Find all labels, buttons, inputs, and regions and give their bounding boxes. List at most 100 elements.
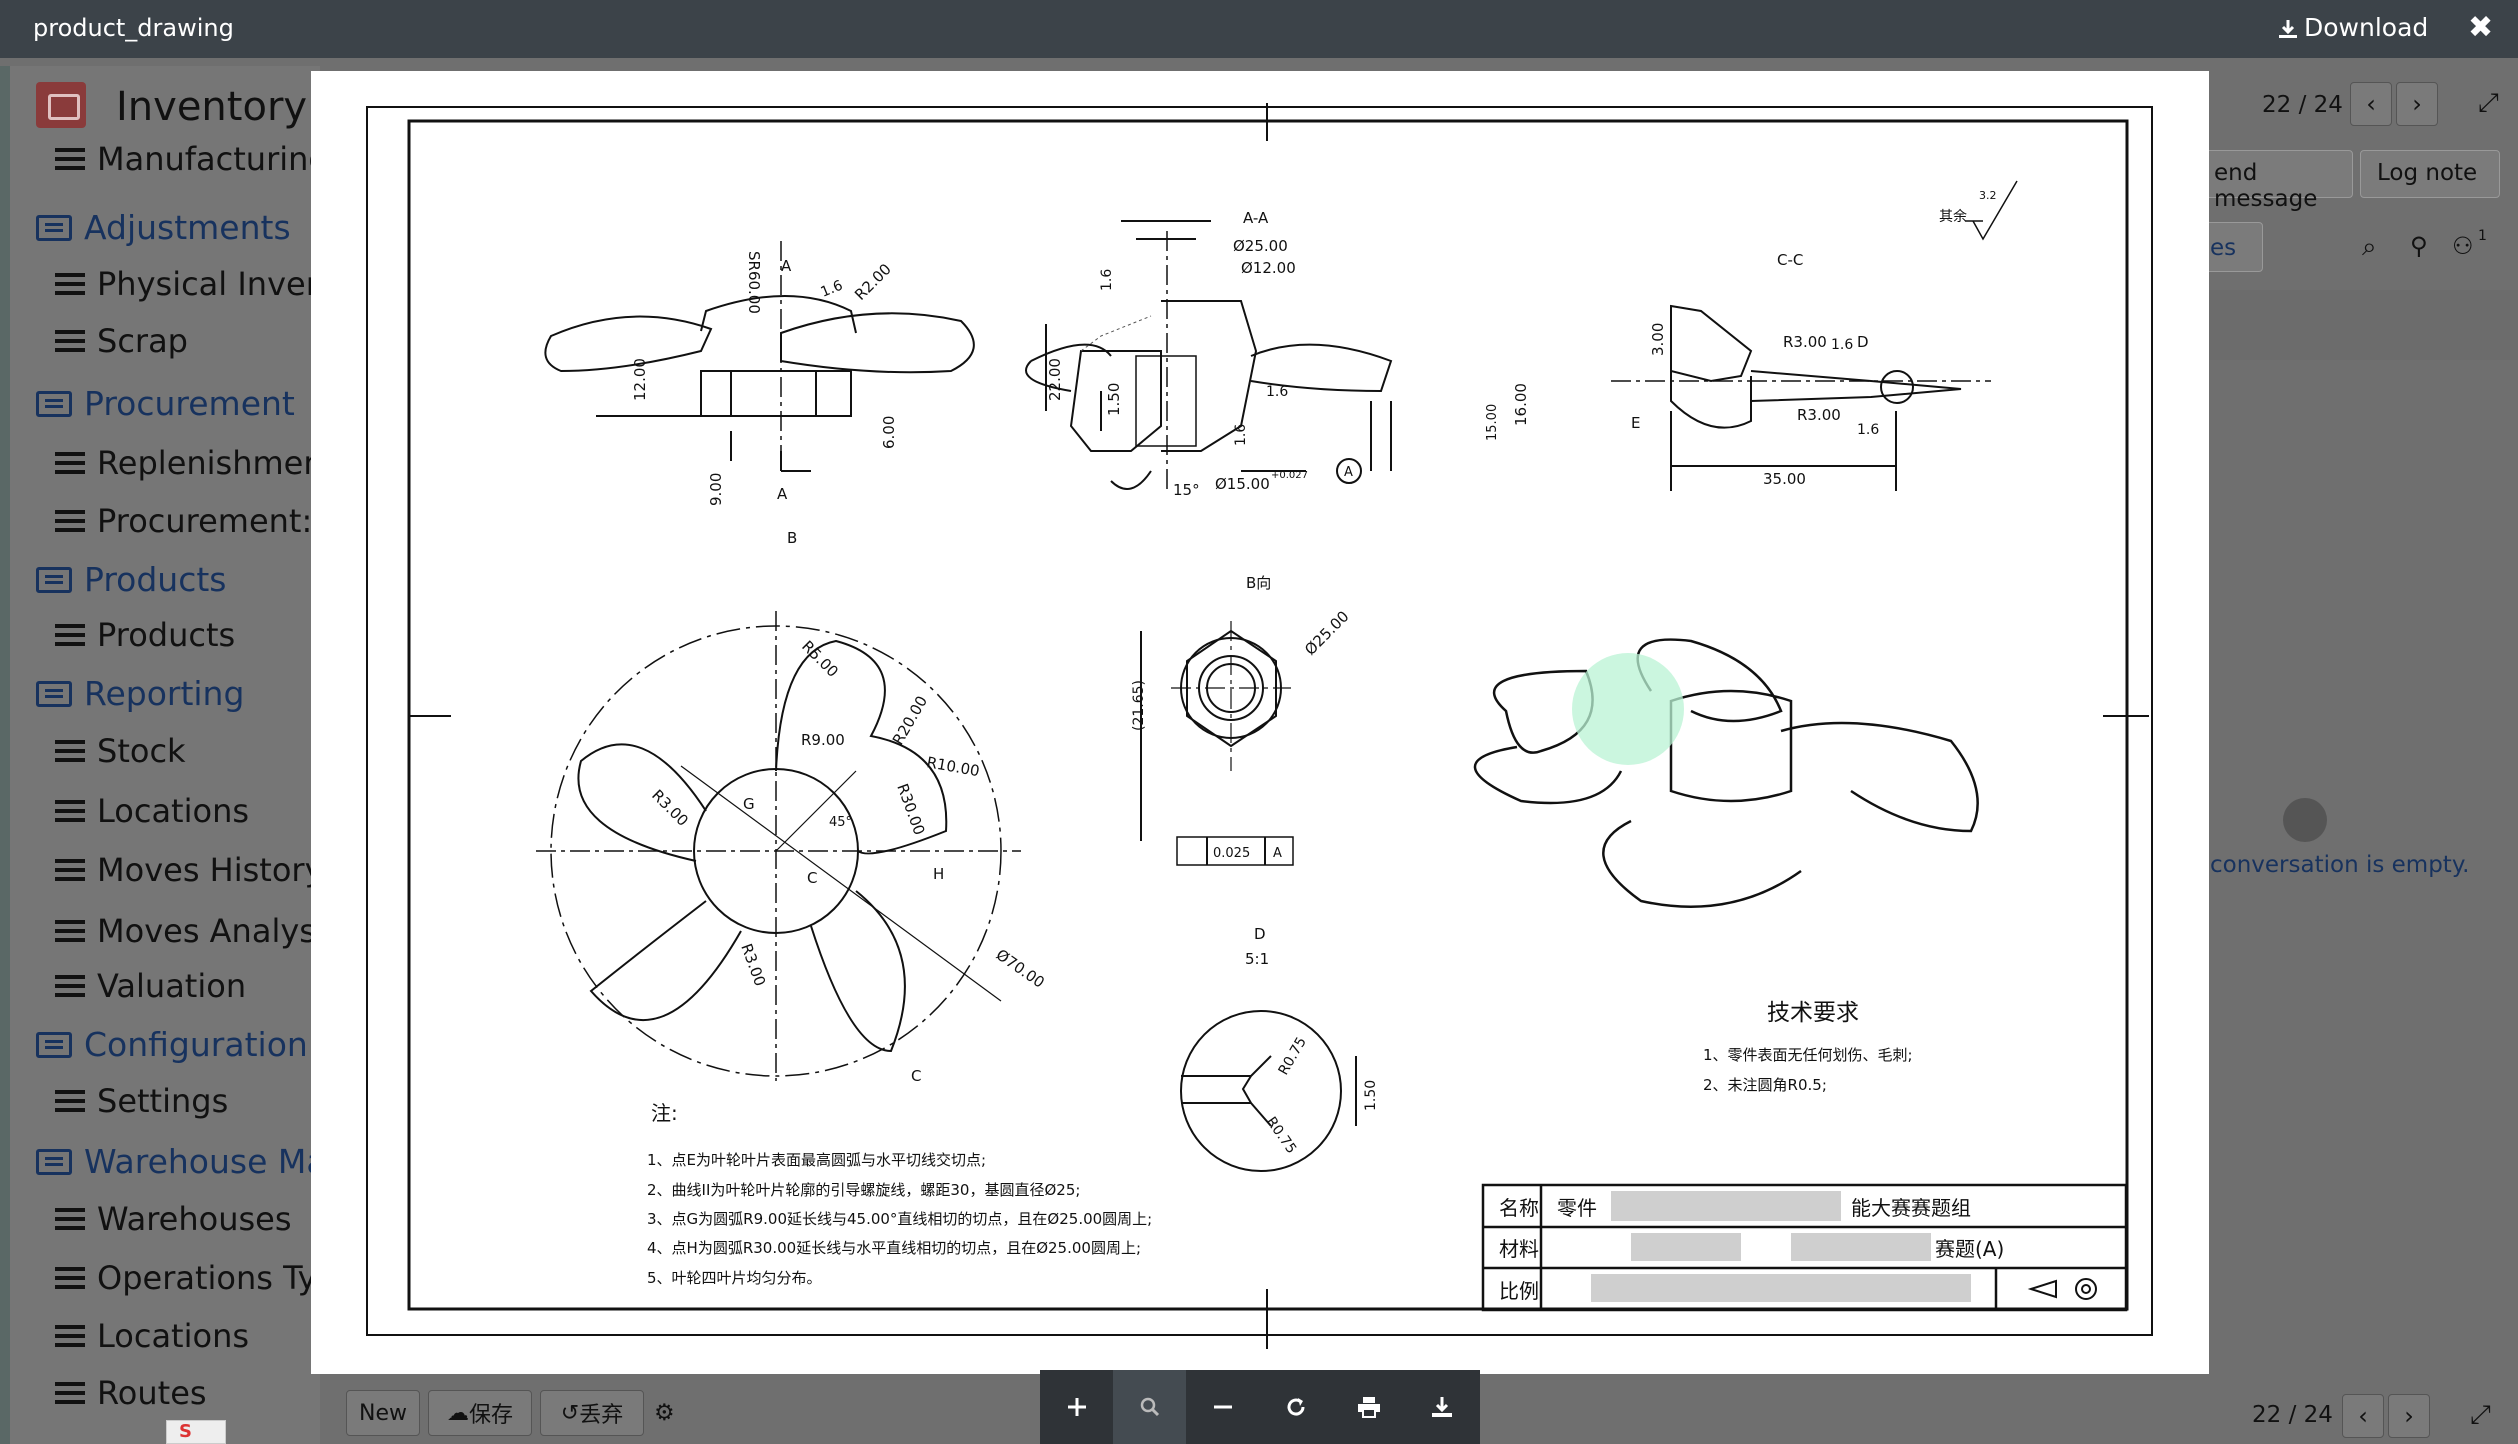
log-note-button[interactable]: Log note (2360, 150, 2500, 198)
sidebar-accent (0, 66, 10, 1444)
sidebar-label: Manufacturing (97, 140, 329, 178)
sidebar-label: Adjustments (84, 208, 291, 247)
sidebar-item-manufacturing[interactable]: Manufacturing (55, 140, 329, 178)
view-b-label: B向 (1246, 574, 1271, 592)
datum-a: A (1344, 465, 1353, 480)
menu-list-icon (55, 975, 85, 997)
drawing-viewer: SR60.00 A 1.6 R2.00 12.00 9.00 6.00 A B … (311, 71, 2209, 1374)
sidebar-item-replenishment[interactable]: Replenishment (55, 444, 336, 482)
section-card-icon (36, 1032, 72, 1058)
dim-sr60: SR60.00 (745, 251, 763, 314)
download-toolbar-button[interactable] (1405, 1370, 1478, 1444)
section-card-icon (36, 681, 72, 707)
sidebar-item-valuation[interactable]: Valuation (55, 967, 246, 1005)
next-record-button[interactable]: › (2396, 82, 2438, 126)
sidebar-label: Replenishment (97, 444, 337, 482)
roughness-other: 其余 (1939, 208, 1967, 225)
print-button[interactable] (1332, 1370, 1405, 1444)
sidebar-item-settings[interactable]: Settings (55, 1082, 228, 1120)
menu-list-icon (55, 1325, 85, 1347)
sidebar-item-moves-analysis[interactable]: Moves Analysis (55, 912, 342, 950)
sidebar-section-reporting[interactable]: Reporting (36, 674, 244, 713)
sidebar-item-routes[interactable]: Routes (55, 1374, 207, 1412)
prev-record-button[interactable]: ‹ (2350, 82, 2392, 126)
expand-icon[interactable]: ⤢ (2478, 88, 2499, 119)
dim-r10: R10.00 (925, 753, 981, 780)
dim-h15: 15.00 (1485, 404, 1500, 441)
send-message-button[interactable]: end message (2203, 150, 2353, 212)
sidebar-section-procurement[interactable]: Procurement (36, 384, 295, 423)
tb-contest: 能大赛赛题组 (1851, 1196, 1971, 1220)
sidebar-item-products[interactable]: Products (55, 616, 235, 654)
discard-button[interactable]: ↺ 丢弃 (540, 1390, 644, 1436)
dim-ang45: 45° (829, 815, 852, 830)
sidebar-section-warehouse-ma[interactable]: Warehouse Ma (36, 1142, 327, 1181)
rotate-button[interactable] (1259, 1370, 1332, 1444)
sidebar-section-configuration[interactable]: Configuration (36, 1025, 308, 1064)
download-button[interactable]: Download (2278, 13, 2428, 42)
sidebar-label: Settings (97, 1082, 229, 1120)
sidebar-item-procurement-r[interactable]: Procurement: r (55, 502, 336, 540)
app-title: Inventory (116, 84, 308, 130)
isometric-view (1473, 638, 1979, 908)
sidebar-item-warehouses[interactable]: Warehouses (55, 1200, 292, 1238)
top-view (536, 611, 1021, 1081)
zoom-in-button[interactable] (1040, 1370, 1113, 1444)
tb-name-label: 名称 (1499, 1196, 1539, 1220)
dim-h3: 3.00 (1649, 323, 1667, 356)
send-message-label: end message (2214, 160, 2318, 212)
section-card-icon (36, 215, 72, 241)
paperclip-icon[interactable]: ⚲ (2410, 232, 2428, 260)
next-record-bottom-button[interactable]: › (2388, 1394, 2430, 1438)
chatter-empty-text: conversation is empty. (2210, 852, 2470, 878)
search-icon[interactable]: ⌕ (2362, 232, 2377, 263)
close-icon[interactable]: ✖ (2468, 10, 2493, 45)
note-1: 1、点E为叶轮叶片表面最高圆弧与水平切线交切点; (647, 1151, 986, 1169)
dim-r3a: R3.00 (648, 786, 692, 830)
expand-bottom-icon[interactable]: ⤢ (2470, 1400, 2491, 1431)
viewer-toolbar (1040, 1370, 1480, 1444)
dim-r2: R2.00 (851, 260, 895, 304)
section-cc-label: C-C (1777, 251, 1803, 269)
followers-count: 1 (2478, 228, 2487, 244)
lbl-a2: A (777, 485, 788, 503)
sidebar-section-adjustments[interactable]: Adjustments (36, 208, 291, 247)
chatter-tab[interactable]: es (2203, 222, 2263, 272)
tb-scale-label: 比例 (1499, 1279, 1539, 1303)
dim-r9: R9.00 (801, 731, 845, 749)
dim-h150d: 1.50 (1363, 1080, 1379, 1111)
discard-label: 丢弃 (579, 1403, 624, 1428)
menu-list-icon (55, 920, 85, 942)
menu-list-icon (55, 740, 85, 762)
section-card-icon (36, 567, 72, 593)
menu-list-icon (55, 273, 85, 295)
lbl-g: G (743, 795, 755, 813)
minus-icon (1213, 1405, 1232, 1409)
log-note-label: Log note (2377, 160, 2478, 186)
outer-frame (366, 106, 2153, 1336)
sidebar-item-scrap[interactable]: Scrap (55, 322, 188, 360)
sidebar-label: Locations (97, 792, 250, 830)
dim-r16d: 1.6 (1266, 384, 1288, 400)
zoom-reset-button[interactable] (1113, 1370, 1186, 1444)
sidebar-label: Stock (97, 732, 186, 770)
prev-record-bottom-button[interactable]: ‹ (2342, 1394, 2384, 1438)
sidebar-label: Procurement: r (97, 502, 336, 540)
follower-icon[interactable]: ⚇ (2452, 232, 2474, 260)
plus-icon (1067, 1398, 1086, 1416)
sidebar-item-moves-history[interactable]: Moves History (55, 851, 324, 889)
sidebar-item-locations[interactable]: Locations (55, 1317, 249, 1355)
sidebar-section-products[interactable]: Products (36, 560, 227, 599)
dim-hex-w: (21.65) (1131, 680, 1147, 731)
dim-r20: R20.00 (889, 693, 931, 748)
save-button[interactable]: ☁ 保存 (428, 1390, 532, 1436)
download-label: Download (2304, 13, 2429, 42)
sidebar-item-operations-typ[interactable]: Operations Typ (55, 1259, 337, 1297)
gear-icon[interactable]: ⚙ (654, 1400, 675, 1426)
sidebar-item-locations[interactable]: Locations (55, 792, 249, 830)
zoom-out-button[interactable] (1186, 1370, 1259, 1444)
new-button[interactable]: New (346, 1390, 420, 1436)
view-d-scale: 5:1 (1245, 950, 1269, 968)
sidebar-item-stock[interactable]: Stock (55, 732, 186, 770)
dim-ang15: 15° (1173, 481, 1200, 499)
